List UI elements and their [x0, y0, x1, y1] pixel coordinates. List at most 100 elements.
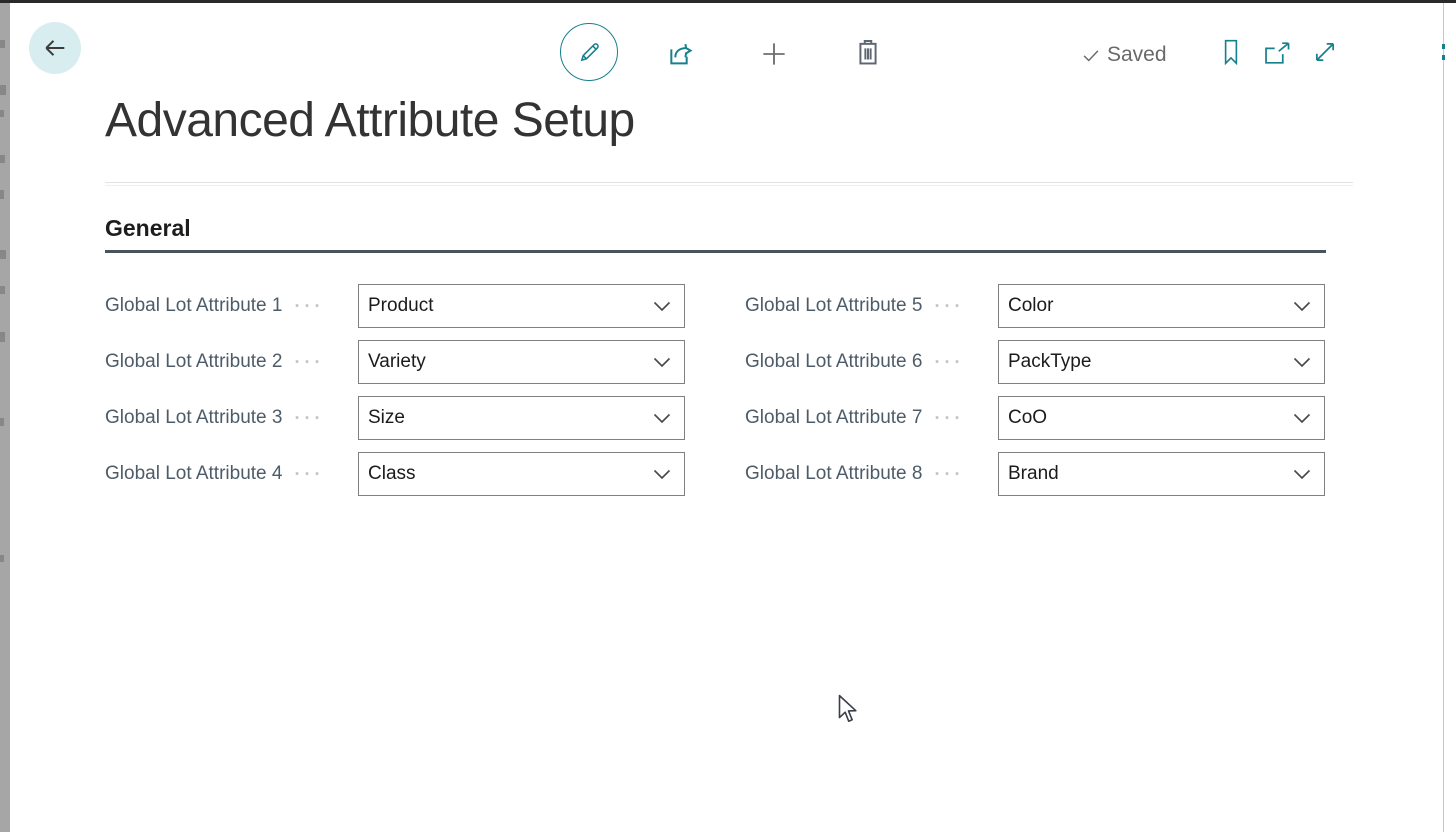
- back-button[interactable]: [29, 22, 81, 74]
- expand-icon: [1311, 38, 1339, 66]
- edge-fragment: [0, 250, 6, 259]
- fields-column-left: Global Lot Attribute 1 ··· Product Globa…: [105, 284, 685, 508]
- field-label: Global Lot Attribute 8: [745, 463, 922, 485]
- field-label-wrap: Global Lot Attribute 6 ···: [745, 351, 998, 373]
- dropdown-value: CoO: [1008, 407, 1293, 429]
- page-right-margin: [1444, 3, 1456, 832]
- advanced-attribute-setup-page: Saved: [10, 3, 1443, 832]
- field-dots: ···: [934, 296, 964, 317]
- field-label: Global Lot Attribute 7: [745, 407, 922, 429]
- field-label: Global Lot Attribute 2: [105, 351, 282, 373]
- edit-button[interactable]: [560, 23, 618, 81]
- global-lot-attribute-7-dropdown[interactable]: CoO: [998, 396, 1325, 440]
- saved-label: Saved: [1107, 43, 1167, 67]
- dropdown-value: PackType: [1008, 351, 1293, 373]
- dropdown-value: Size: [368, 407, 653, 429]
- edge-fragment: [0, 110, 4, 117]
- chevron-down-icon[interactable]: [1293, 413, 1311, 424]
- dropdown-value: Variety: [368, 351, 653, 373]
- global-lot-attribute-4-dropdown[interactable]: Class: [358, 452, 685, 496]
- global-lot-attribute-2-dropdown[interactable]: Variety: [358, 340, 685, 384]
- chevron-down-icon[interactable]: [1293, 357, 1311, 368]
- dropdown-value: Brand: [1008, 463, 1293, 485]
- field-dots: ···: [934, 408, 964, 429]
- field-dots: ···: [294, 352, 324, 373]
- field-label-wrap: Global Lot Attribute 5 ···: [745, 295, 998, 317]
- general-fields-grid: Global Lot Attribute 1 ··· Product Globa…: [105, 284, 1325, 508]
- dropdown-value: Product: [368, 295, 653, 317]
- global-lot-attribute-5-dropdown[interactable]: Color: [998, 284, 1325, 328]
- field-label-wrap: Global Lot Attribute 8 ···: [745, 463, 998, 485]
- field-row-global-lot-attribute-5: Global Lot Attribute 5 ··· Color: [745, 284, 1325, 328]
- edge-fragment: [0, 40, 5, 48]
- field-row-global-lot-attribute-6: Global Lot Attribute 6 ··· PackType: [745, 340, 1325, 384]
- chevron-down-icon[interactable]: [653, 357, 671, 368]
- field-row-global-lot-attribute-8: Global Lot Attribute 8 ··· Brand: [745, 452, 1325, 496]
- section-underline: [105, 250, 1326, 253]
- edge-fragment: [0, 332, 5, 342]
- field-row-global-lot-attribute-1: Global Lot Attribute 1 ··· Product: [105, 284, 685, 328]
- edge-fragment: [0, 155, 5, 163]
- section-heading-general[interactable]: General: [105, 215, 191, 242]
- edge-fragment: [0, 418, 4, 426]
- field-dots: ···: [934, 352, 964, 373]
- edge-fragment: [0, 190, 4, 199]
- global-lot-attribute-3-dropdown[interactable]: Size: [358, 396, 685, 440]
- global-lot-attribute-1-dropdown[interactable]: Product: [358, 284, 685, 328]
- dropdown-value: Class: [368, 463, 653, 485]
- open-in-new-window-icon: [1262, 40, 1292, 66]
- field-row-global-lot-attribute-3: Global Lot Attribute 3 ··· Size: [105, 396, 685, 440]
- field-dots: ···: [294, 464, 324, 485]
- edge-fragment: [1442, 55, 1445, 60]
- back-arrow-icon: [41, 34, 69, 62]
- field-label: Global Lot Attribute 5: [745, 295, 922, 317]
- field-label-wrap: Global Lot Attribute 4 ···: [105, 463, 358, 485]
- chevron-down-icon[interactable]: [653, 469, 671, 480]
- edge-fragment: [0, 85, 6, 95]
- field-label-wrap: Global Lot Attribute 3 ···: [105, 407, 358, 429]
- field-label-wrap: Global Lot Attribute 1 ···: [105, 295, 358, 317]
- open-in-new-window-button[interactable]: [1261, 39, 1293, 67]
- dimmed-page-edge: [0, 0, 10, 832]
- global-lot-attribute-6-dropdown[interactable]: PackType: [998, 340, 1325, 384]
- edit-pencil-icon: [576, 39, 603, 66]
- field-label-wrap: Global Lot Attribute 2 ···: [105, 351, 358, 373]
- chevron-down-icon[interactable]: [1293, 301, 1311, 312]
- plus-new-icon: [758, 38, 790, 70]
- chevron-down-icon[interactable]: [653, 301, 671, 312]
- bookmark-icon: [1220, 38, 1242, 66]
- field-dots: ···: [934, 464, 964, 485]
- field-row-global-lot-attribute-7: Global Lot Attribute 7 ··· CoO: [745, 396, 1325, 440]
- mouse-cursor: [836, 694, 858, 729]
- chevron-down-icon[interactable]: [1293, 469, 1311, 480]
- expand-button[interactable]: [1310, 37, 1340, 67]
- field-dots: ···: [294, 408, 324, 429]
- autosave-status: Saved: [1080, 41, 1167, 69]
- bookmark-button[interactable]: [1219, 37, 1243, 67]
- field-label: Global Lot Attribute 1: [105, 295, 282, 317]
- field-label-wrap: Global Lot Attribute 7 ···: [745, 407, 998, 429]
- field-dots: ···: [294, 296, 324, 317]
- field-row-global-lot-attribute-2: Global Lot Attribute 2 ··· Variety: [105, 340, 685, 384]
- page-title: Advanced Attribute Setup: [105, 93, 635, 148]
- edge-fragment: [1442, 44, 1445, 49]
- fields-column-right: Global Lot Attribute 5 ··· Color Global …: [745, 284, 1325, 508]
- page-right-border: [1443, 3, 1444, 832]
- edge-fragment: [0, 555, 4, 562]
- new-button[interactable]: [756, 36, 792, 72]
- field-row-global-lot-attribute-4: Global Lot Attribute 4 ··· Class: [105, 452, 685, 496]
- trash-delete-icon: [852, 36, 884, 70]
- field-label: Global Lot Attribute 6: [745, 351, 922, 373]
- window-top-edge: [0, 0, 1456, 3]
- screen: Saved: [0, 0, 1456, 832]
- checkmark-icon: [1080, 44, 1102, 66]
- field-label: Global Lot Attribute 3: [105, 407, 282, 429]
- chevron-down-icon[interactable]: [653, 413, 671, 424]
- dropdown-value: Color: [1008, 295, 1293, 317]
- title-divider: [105, 182, 1353, 186]
- delete-button[interactable]: [850, 34, 886, 72]
- share-button[interactable]: [662, 36, 698, 72]
- global-lot-attribute-8-dropdown[interactable]: Brand: [998, 452, 1325, 496]
- edge-fragment: [0, 286, 5, 294]
- field-label: Global Lot Attribute 4: [105, 463, 282, 485]
